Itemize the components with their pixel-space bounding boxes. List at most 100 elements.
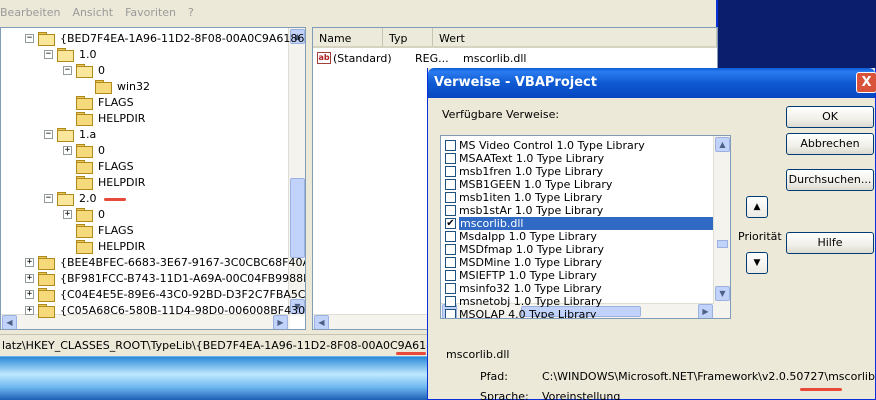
tree-item[interactable]: − {BED7F4EA-1A96-11D2-8F08-00A0C9A6186D}: [25, 30, 305, 46]
collapse-icon[interactable]: −: [44, 49, 53, 59]
column-value[interactable]: Wert: [433, 28, 717, 46]
tree-item[interactable]: + {C05A68C6-580B-11D4-98D0-006008BF430C}: [25, 302, 306, 318]
string-value-icon: ab: [317, 52, 331, 64]
tree-item-label: {C05A68C6-580B-11D4-98D0-006008BF430C}: [60, 303, 306, 317]
reference-checkbox[interactable]: [445, 166, 456, 177]
tree-item-label: {BF981FCC-B743-11D1-A69A-00C04FB9988E}: [60, 271, 306, 285]
ok-button[interactable]: OK: [786, 106, 874, 128]
tree-item[interactable]: win32: [82, 78, 152, 94]
expand-icon[interactable]: +: [25, 257, 34, 267]
tree-item[interactable]: HELPDIR: [63, 174, 147, 190]
reference-checkbox[interactable]: [445, 205, 456, 216]
reference-label: msb1fren 1.0 Type Library: [459, 165, 604, 178]
reference-item[interactable]: MSDfmap 1.0 Type Library: [445, 243, 604, 256]
reference-label: MSDfmap 1.0 Type Library: [459, 243, 604, 256]
expand-icon[interactable]: +: [25, 305, 34, 315]
column-name[interactable]: Name: [313, 28, 383, 46]
close-icon[interactable]: X: [856, 72, 876, 93]
scroll-right-icon[interactable]: ▶: [698, 304, 713, 318]
tree-item[interactable]: + {BEE4BFEC-6683-3E67-9167-3C0CBC68F40A}: [25, 254, 306, 270]
references-vertical-scrollbar[interactable]: ▲ ▼: [713, 136, 730, 318]
tree-item-label: HELPDIR: [98, 239, 146, 253]
collapse-icon[interactable]: −: [63, 65, 72, 75]
help-button[interactable]: Hilfe: [786, 232, 874, 254]
reference-checkbox[interactable]: ✔: [445, 218, 456, 229]
scroll-down-icon[interactable]: ▼: [715, 286, 730, 301]
menu-bearbeiten[interactable]: Bearbeiten: [0, 6, 60, 24]
reference-item[interactable]: MSOLAP 4.0 Type Library: [445, 308, 596, 318]
tree-item-label: {BEE4BFEC-6683-3E67-9167-3C0CBC68F40A}: [60, 255, 306, 269]
folder-icon: [38, 288, 55, 302]
expand-icon[interactable]: +: [25, 273, 34, 283]
reference-checkbox[interactable]: [445, 140, 456, 151]
expand-icon[interactable]: +: [25, 289, 34, 299]
scroll-left-icon[interactable]: ◀: [2, 315, 17, 329]
menu-ansicht[interactable]: Ansicht: [72, 6, 113, 24]
reference-item[interactable]: MsdaIpp 1.0 Type Library: [445, 230, 597, 243]
reference-item[interactable]: MSB1GEEN 1.0 Type Library: [445, 178, 612, 191]
reference-item[interactable]: MSAAText 1.0 Type Library: [445, 152, 604, 165]
reference-label: msb1stAr 1.0 Type Library: [459, 204, 604, 217]
tree-item[interactable]: FLAGS: [63, 158, 136, 174]
browse-button[interactable]: Durchsuchen...: [786, 169, 874, 191]
tree-item[interactable]: FLAGS: [63, 222, 136, 238]
registry-tree[interactable]: ▲ ▼ ◀ ▶ − {BED7F4EA-1A96-11D2-8F08-00A0C9…: [0, 27, 306, 330]
collapse-icon[interactable]: −: [44, 129, 53, 139]
priority-down-icon[interactable]: ▼: [746, 252, 768, 274]
list-horizontal-scrollbar[interactable]: ◀: [313, 314, 429, 329]
reference-item[interactable]: ✔ mscorlib.dll: [445, 217, 713, 230]
reference-checkbox[interactable]: [445, 231, 456, 242]
folder-icon: [76, 224, 93, 238]
reference-checkbox[interactable]: [445, 283, 456, 294]
annotation-underline: [396, 352, 426, 355]
reference-item[interactable]: MSDMine 1.0 Type Library: [445, 256, 602, 269]
tree-item[interactable]: + {C04E4E5E-89E6-43C0-92BD-D3F2C7FBA5C4}: [25, 286, 305, 302]
scroll-up-icon[interactable]: ▲: [715, 137, 730, 152]
references-list[interactable]: ▲ ▼ ◀ ▶ MS Video Control 1.0 Type Librar…: [440, 135, 731, 319]
scroll-left-icon[interactable]: ◀: [314, 315, 329, 329]
cancel-button[interactable]: Abbrechen: [786, 133, 874, 155]
reference-item[interactable]: msnetobj 1.0 Type Library: [445, 295, 602, 308]
tree-item[interactable]: +0: [63, 142, 107, 158]
column-type[interactable]: Typ: [383, 28, 433, 46]
references-scroll-thumb[interactable]: [717, 240, 728, 248]
tree-item[interactable]: − 1.0: [44, 46, 99, 62]
reference-checkbox[interactable]: [445, 244, 456, 255]
reference-checkbox[interactable]: [445, 309, 456, 318]
collapse-icon[interactable]: −: [25, 33, 34, 43]
reference-checkbox[interactable]: [445, 153, 456, 164]
reference-checkbox[interactable]: [445, 179, 456, 190]
tree-item[interactable]: FLAGS: [63, 94, 136, 110]
menu-help[interactable]: ?: [188, 6, 194, 24]
collapse-icon[interactable]: −: [44, 193, 53, 203]
tree-item[interactable]: +0: [63, 206, 107, 222]
reference-item[interactable]: msinfo32 1.0 Type Library: [445, 282, 602, 295]
tree-item[interactable]: HELPDIR: [63, 238, 147, 254]
tree-item[interactable]: − 1.a: [44, 126, 98, 142]
reference-item[interactable]: msb1iten 1.0 Type Library: [445, 191, 602, 204]
tree-item-label: win32: [117, 79, 151, 93]
tree-item-label: 1.a: [79, 127, 97, 141]
path-value: C:\WINDOWS\Microsoft.NET\Framework\v2.0.…: [542, 370, 876, 383]
tree-item[interactable]: + {BF981FCC-B743-11D1-A69A-00C04FB9988E}: [25, 270, 306, 286]
reference-checkbox[interactable]: [445, 270, 456, 281]
tree-item-label: HELPDIR: [98, 175, 146, 189]
reference-checkbox[interactable]: [445, 296, 456, 307]
tree-item[interactable]: HELPDIR: [63, 110, 147, 126]
expand-icon[interactable]: +: [63, 145, 72, 155]
path-label: Pfad:: [480, 370, 508, 383]
reference-checkbox[interactable]: [445, 192, 456, 203]
menu-favoriten[interactable]: Favoriten: [125, 6, 176, 24]
expand-icon[interactable]: +: [63, 209, 72, 219]
priority-up-icon[interactable]: ▲: [746, 196, 768, 218]
tree-scroll-thumb[interactable]: [290, 178, 305, 258]
value-row[interactable]: ab (Standard) REG... mscorlib.dll: [317, 50, 526, 66]
reference-item[interactable]: msb1fren 1.0 Type Library: [445, 165, 603, 178]
reference-checkbox[interactable]: [445, 257, 456, 268]
tree-item[interactable]: − 2.0: [44, 190, 99, 206]
reference-item[interactable]: msb1stAr 1.0 Type Library: [445, 204, 603, 217]
reference-item[interactable]: MS Video Control 1.0 Type Library: [445, 139, 645, 152]
reference-item[interactable]: MSIEFTP 1.0 Type Library: [445, 269, 597, 282]
reference-label: MSAAText 1.0 Type Library: [459, 152, 605, 165]
tree-item[interactable]: −0: [63, 62, 107, 78]
